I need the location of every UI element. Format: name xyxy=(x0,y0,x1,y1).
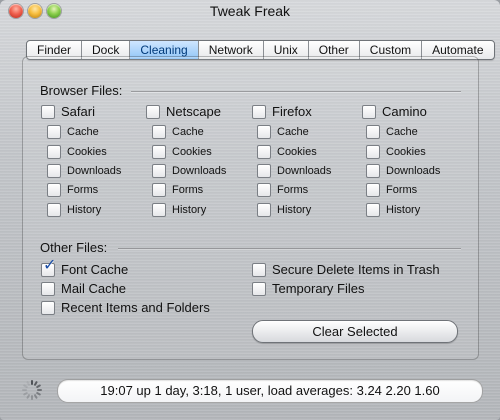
camino-history-label: History xyxy=(386,204,421,216)
camino-checkbox[interactable] xyxy=(362,104,376,119)
mail-cache-checkbox[interactable] xyxy=(41,281,55,296)
temporary-files-checkbox[interactable] xyxy=(252,281,266,296)
window-title: Tweak Freak xyxy=(209,3,291,19)
safari-downloads-checkbox[interactable] xyxy=(47,164,61,178)
mail-cache-label: Mail Cache xyxy=(61,281,127,296)
other-files-divider xyxy=(118,248,461,249)
camino-history[interactable]: History xyxy=(366,203,420,217)
mail-cache-option[interactable]: Mail Cache xyxy=(41,281,126,296)
camino-cache[interactable]: Cache xyxy=(366,125,418,139)
netscape-downloads[interactable]: Downloads xyxy=(152,164,226,178)
checkmark-icon: ✓ xyxy=(43,256,57,274)
browser-safari[interactable]: Safari xyxy=(41,104,95,119)
netscape-history-checkbox[interactable] xyxy=(152,203,166,217)
netscape-checkbox[interactable] xyxy=(146,104,160,119)
uptime-status-bar: 19:07 up 1 day, 3:18, 1 user, load avera… xyxy=(57,379,483,403)
temporary-files-option[interactable]: Temporary Files xyxy=(252,281,364,296)
font-cache-option[interactable]: ✓ Font Cache xyxy=(41,257,129,277)
safari-forms[interactable]: Forms xyxy=(47,183,98,197)
firefox-cookies[interactable]: Cookies xyxy=(257,145,317,159)
secure-delete-label: Secure Delete Items in Trash xyxy=(272,262,440,277)
netscape-history[interactable]: History xyxy=(152,203,206,217)
browser-camino[interactable]: Camino xyxy=(362,104,427,119)
firefox-downloads-label: Downloads xyxy=(277,165,332,177)
tweak-freak-window: Tweak Freak Finder Dock Cleaning Network… xyxy=(0,0,500,420)
netscape-cache-label: Cache xyxy=(172,126,204,138)
netscape-forms-checkbox[interactable] xyxy=(152,183,166,197)
safari-cache[interactable]: Cache xyxy=(47,125,99,139)
browser-files-heading: Browser Files: xyxy=(40,83,123,98)
safari-downloads-label: Downloads xyxy=(67,165,122,177)
netscape-cookies-checkbox[interactable] xyxy=(152,145,166,159)
firefox-cache[interactable]: Cache xyxy=(257,125,309,139)
netscape-cookies-label: Cookies xyxy=(172,146,212,158)
firefox-forms-label: Forms xyxy=(277,184,309,196)
recent-items-option[interactable]: Recent Items and Folders xyxy=(41,300,210,315)
browser-files-divider xyxy=(131,91,461,92)
camino-cookies-checkbox[interactable] xyxy=(366,145,380,159)
netscape-cache-checkbox[interactable] xyxy=(152,125,166,139)
safari-cookies[interactable]: Cookies xyxy=(47,145,107,159)
recent-items-label: Recent Items and Folders xyxy=(61,300,210,315)
firefox-history[interactable]: History xyxy=(257,203,311,217)
netscape-forms[interactable]: Forms xyxy=(152,183,203,197)
camino-downloads[interactable]: Downloads xyxy=(366,164,440,178)
camino-cache-checkbox[interactable] xyxy=(366,125,380,139)
firefox-cache-label: Cache xyxy=(277,126,309,138)
camino-forms-label: Forms xyxy=(386,184,418,196)
safari-downloads[interactable]: Downloads xyxy=(47,164,121,178)
safari-checkbox[interactable] xyxy=(41,104,55,119)
camino-forms-checkbox[interactable] xyxy=(366,183,380,197)
firefox-downloads-checkbox[interactable] xyxy=(257,164,271,178)
safari-forms-checkbox[interactable] xyxy=(47,183,61,197)
firefox-forms-checkbox[interactable] xyxy=(257,183,271,197)
browser-firefox[interactable]: Firefox xyxy=(252,104,312,119)
safari-label: Safari xyxy=(61,104,95,119)
camino-history-checkbox[interactable] xyxy=(366,203,380,217)
safari-history[interactable]: History xyxy=(47,203,101,217)
safari-history-label: History xyxy=(67,204,102,216)
safari-cookies-label: Cookies xyxy=(67,146,107,158)
secure-delete-checkbox[interactable] xyxy=(252,262,266,277)
font-cache-checkbox[interactable]: ✓ xyxy=(41,257,56,277)
camino-downloads-label: Downloads xyxy=(386,165,441,177)
activity-spinner-icon xyxy=(22,380,42,400)
firefox-history-checkbox[interactable] xyxy=(257,203,271,217)
netscape-downloads-label: Downloads xyxy=(172,165,227,177)
font-cache-label: Font Cache xyxy=(61,262,129,277)
camino-label: Camino xyxy=(382,104,427,119)
camino-downloads-checkbox[interactable] xyxy=(366,164,380,178)
browser-netscape[interactable]: Netscape xyxy=(146,104,221,119)
netscape-label: Netscape xyxy=(166,104,221,119)
firefox-cookies-label: Cookies xyxy=(277,146,317,158)
secure-delete-option[interactable]: Secure Delete Items in Trash xyxy=(252,262,440,277)
safari-cookies-checkbox[interactable] xyxy=(47,145,61,159)
temporary-files-label: Temporary Files xyxy=(272,281,365,296)
netscape-cache[interactable]: Cache xyxy=(152,125,204,139)
firefox-label: Firefox xyxy=(272,104,312,119)
camino-cookies[interactable]: Cookies xyxy=(366,145,426,159)
safari-cache-label: Cache xyxy=(67,126,99,138)
firefox-cookies-checkbox[interactable] xyxy=(257,145,271,159)
camino-cookies-label: Cookies xyxy=(386,146,426,158)
safari-history-checkbox[interactable] xyxy=(47,203,61,217)
firefox-forms[interactable]: Forms xyxy=(257,183,308,197)
recent-items-checkbox[interactable] xyxy=(41,300,55,315)
safari-forms-label: Forms xyxy=(67,184,99,196)
camino-forms[interactable]: Forms xyxy=(366,183,417,197)
firefox-cache-checkbox[interactable] xyxy=(257,125,271,139)
safari-cache-checkbox[interactable] xyxy=(47,125,61,139)
netscape-downloads-checkbox[interactable] xyxy=(152,164,166,178)
firefox-checkbox[interactable] xyxy=(252,104,266,119)
firefox-downloads[interactable]: Downloads xyxy=(257,164,331,178)
firefox-history-label: History xyxy=(277,204,312,216)
netscape-cookies[interactable]: Cookies xyxy=(152,145,212,159)
netscape-history-label: History xyxy=(172,204,207,216)
netscape-forms-label: Forms xyxy=(172,184,204,196)
other-files-heading: Other Files: xyxy=(40,240,108,255)
camino-cache-label: Cache xyxy=(386,126,418,138)
title-bar: Tweak Freak xyxy=(0,0,500,24)
clear-selected-button[interactable]: Clear Selected xyxy=(252,320,458,343)
